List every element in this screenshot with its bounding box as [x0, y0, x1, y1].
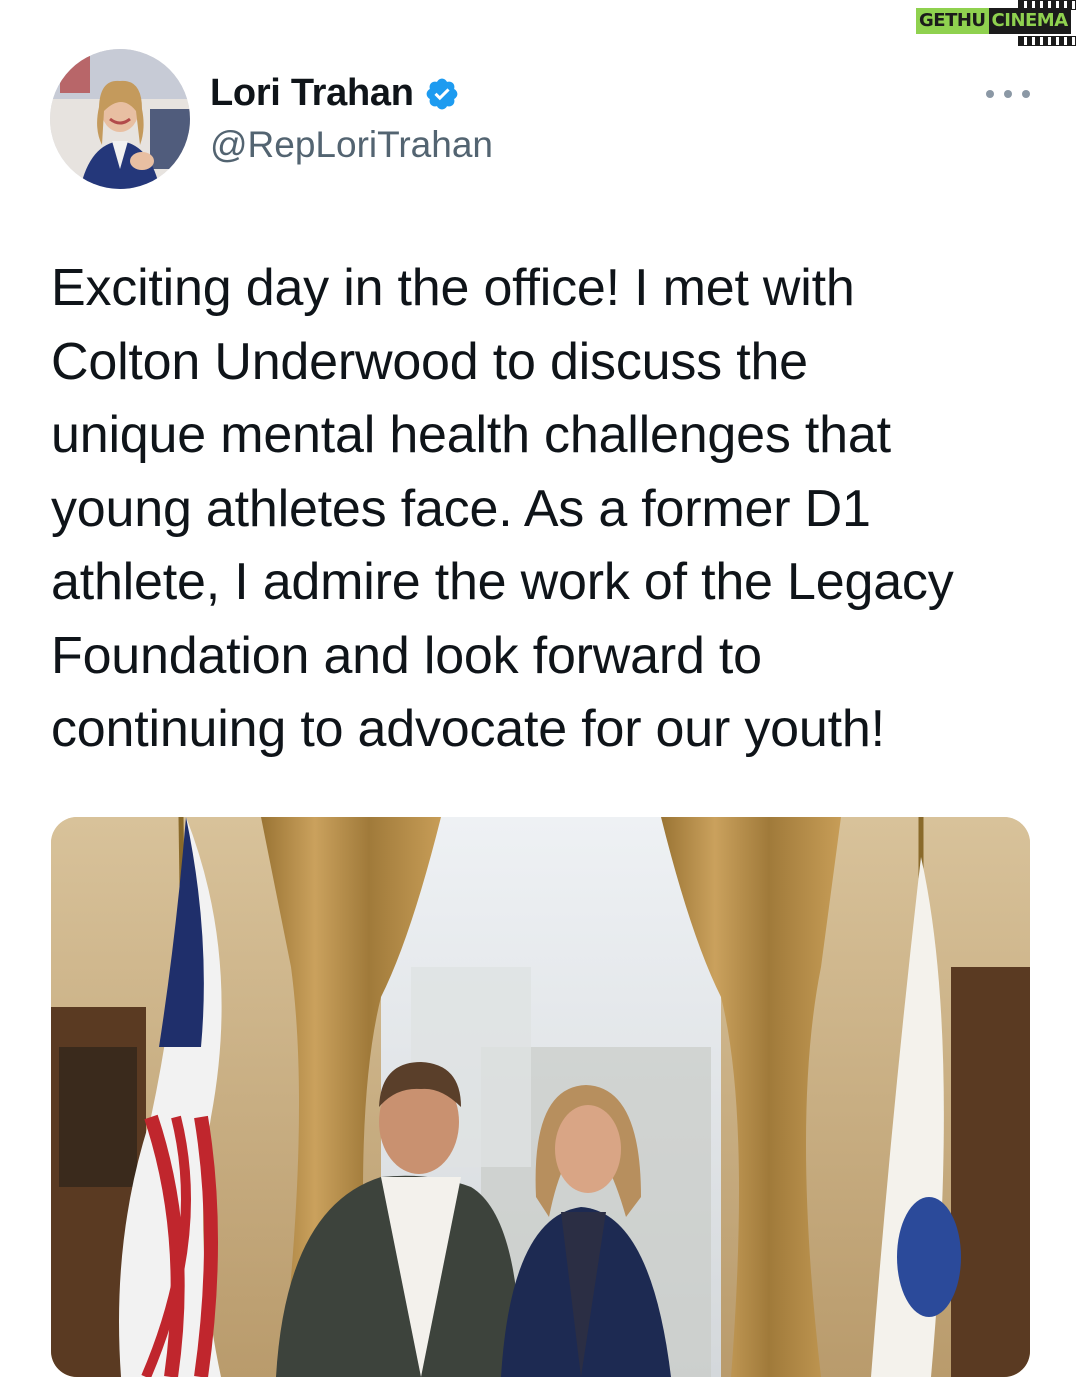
author-name-row: Lori Trahan — [210, 72, 460, 115]
film-strip-decoration — [1018, 36, 1076, 46]
watermark-text-1: GETHU — [916, 8, 989, 34]
tweet-photo[interactable] — [51, 817, 1030, 1377]
avatar-photo — [50, 49, 190, 189]
office-photo — [51, 817, 1030, 1377]
author-avatar[interactable] — [50, 49, 190, 189]
verified-badge-icon — [426, 78, 457, 109]
dot — [986, 90, 994, 98]
watermark-logo: GETHU CINEMA — [916, 0, 1078, 46]
dot — [1004, 90, 1012, 98]
more-options-icon[interactable] — [986, 84, 1030, 104]
dot — [1022, 90, 1030, 98]
tweet-text: Exciting day in the office! I met with C… — [51, 259, 954, 758]
author-display-name[interactable]: Lori Trahan — [210, 72, 414, 115]
watermark-text-2: CINEMA — [988, 8, 1071, 34]
author-handle[interactable]: @RepLoriTrahan — [210, 124, 493, 166]
